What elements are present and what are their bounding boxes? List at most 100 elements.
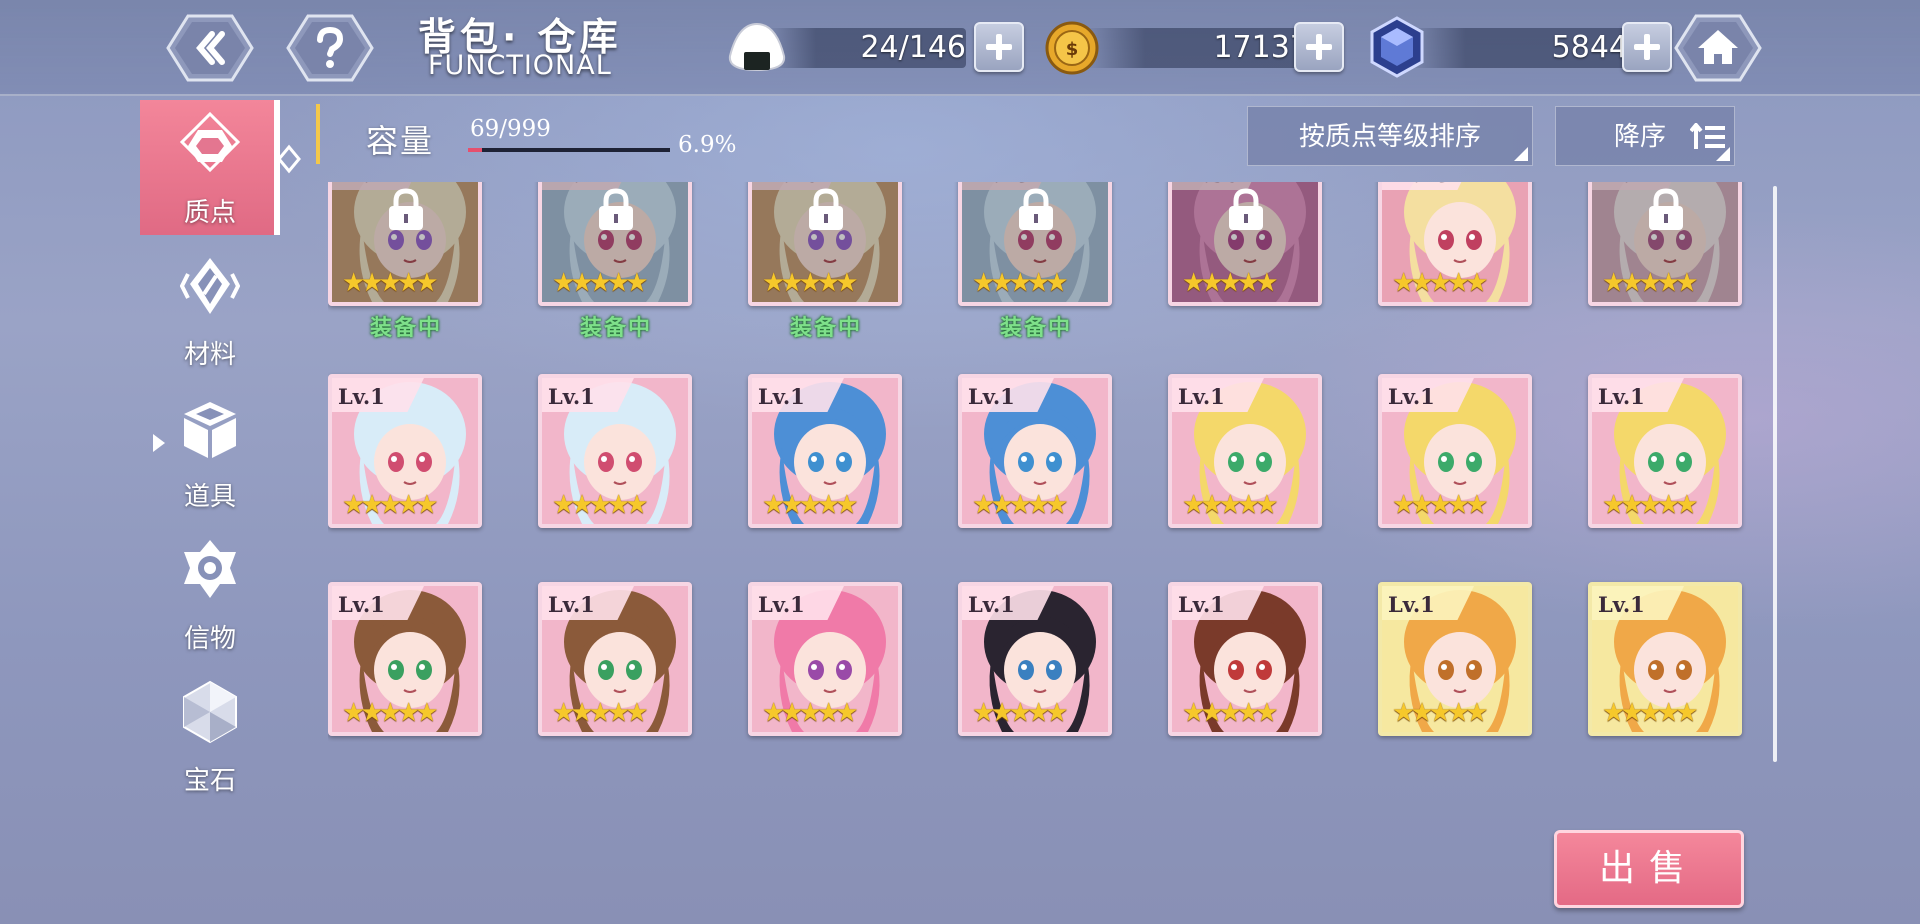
capacity-label: 容量 xyxy=(366,122,435,160)
card-level: Lv.1 xyxy=(338,592,385,617)
back-button[interactable] xyxy=(166,12,254,84)
add-coin-button[interactable] xyxy=(1294,22,1344,72)
star-rating: ★★★★★ xyxy=(552,490,649,520)
active-tab-arrow-icon xyxy=(277,144,301,174)
card-level: Lv.1 xyxy=(548,384,595,409)
quality-point-card[interactable]: Lv.1 ★★★★★ xyxy=(328,582,482,736)
quality-point-card[interactable]: Lv.1 ★★★★★ xyxy=(748,374,902,528)
card-frame: Lv.1 ★★★★★ xyxy=(1168,374,1322,528)
star-icon: ★ xyxy=(1045,698,1069,728)
lock-icon xyxy=(1019,188,1053,230)
card-frame: Lv.1 ★★★★★ xyxy=(958,374,1112,528)
sidebar-item-gem[interactable]: 宝石 xyxy=(140,668,280,803)
sort-direction-label: 降序 xyxy=(1614,122,1667,152)
card-frame: Lv.1 ★★★★★ xyxy=(1588,582,1742,736)
card-level: Lv.28 xyxy=(968,182,1029,187)
quality-point-card[interactable]: Lv.1 ★★★★★ xyxy=(538,582,692,736)
quality-point-card[interactable]: Lv.1 ★★★★★ xyxy=(1168,374,1322,528)
item-box-icon xyxy=(184,402,236,458)
sidebar-item-label: 质点 xyxy=(183,198,236,228)
card-level: Lv.42 xyxy=(338,182,399,187)
star-rating: ★★★★★ xyxy=(972,490,1069,520)
card-level: Lv.1 xyxy=(1388,592,1435,617)
card-level: Lv.1 xyxy=(968,592,1015,617)
help-button[interactable] xyxy=(286,12,374,84)
card-frame: Lv.30 ★★★★★ xyxy=(1168,182,1322,306)
card-frame: Lv.28 ★★★★★ xyxy=(1378,182,1532,306)
crystal-resource: 5844 xyxy=(1368,16,1672,78)
card-level: Lv.28 xyxy=(1388,182,1449,187)
quality-point-card[interactable]: Lv.1 ★★★★★ xyxy=(538,374,692,528)
star-icon: ★ xyxy=(1255,698,1279,728)
sell-button[interactable]: 出售 xyxy=(1554,830,1744,908)
quality-point-card[interactable]: Lv.1 ★★★★★ xyxy=(1378,582,1532,736)
card-frame: Lv.1 ★★★★★ xyxy=(748,374,902,528)
crystal-value: 5844 xyxy=(1551,30,1628,65)
quality-point-card[interactable]: Lv.40 ★★★★★ 装备中 xyxy=(748,182,902,341)
quality-point-card[interactable]: Lv.28 ★★★★★ xyxy=(1378,182,1532,306)
quality-point-card[interactable]: Lv.1 ★★★★★ xyxy=(748,582,902,736)
capacity-bar xyxy=(468,148,670,152)
quality-point-card[interactable]: Lv.42 ★★★★★ 装备中 xyxy=(328,182,482,341)
quality-point-card[interactable]: Lv.1 ★★★★★ xyxy=(958,374,1112,528)
card-frame: Lv.28 ★★★★★ xyxy=(958,182,1112,306)
sort-direction-button[interactable]: 降序 xyxy=(1555,106,1735,166)
add-stamina-button[interactable] xyxy=(974,22,1024,72)
home-button[interactable] xyxy=(1674,12,1762,84)
sidebar-item-material[interactable]: 材料 xyxy=(140,242,280,377)
sidebar-item-label: 宝石 xyxy=(183,766,236,796)
lock-icon xyxy=(1649,188,1683,230)
star-icon: ★ xyxy=(1045,490,1069,520)
sort-by-dropdown[interactable]: 按质点等级排序 xyxy=(1247,106,1533,166)
quality-point-card[interactable]: Lv.1 ★★★★★ xyxy=(1168,582,1322,736)
sidebar-item-items[interactable]: 道具 xyxy=(140,384,280,519)
lock-icon xyxy=(389,188,423,230)
star-rating: ★★★★★ xyxy=(342,698,439,728)
card-level: Lv.1 xyxy=(1178,592,1225,617)
quality-point-card[interactable]: Lv.1 ★★★★★ xyxy=(958,582,1112,736)
star-icon: ★ xyxy=(625,698,649,728)
sort-by-label: 按质点等级排序 xyxy=(1298,122,1481,152)
quality-point-card[interactable]: Lv.1 ★★★★★ xyxy=(328,374,482,528)
star-rating: ★★★★★ xyxy=(762,268,859,298)
grid-scrollbar[interactable] xyxy=(1773,186,1777,762)
quality-point-card[interactable]: Lv.1 ★★★★★ xyxy=(1588,182,1742,306)
equipped-label: 装备中 xyxy=(579,316,652,341)
quality-point-card[interactable]: Lv.41 ★★★★★ 装备中 xyxy=(538,182,692,341)
star-icon: ★ xyxy=(1465,490,1489,520)
capacity-percent: 6.9% xyxy=(678,132,737,158)
quality-point-card[interactable]: Lv.30 ★★★★★ xyxy=(1168,182,1322,306)
star-icon: ★ xyxy=(835,268,859,298)
star-icon: ★ xyxy=(1255,490,1279,520)
capacity-count: 69/999 xyxy=(470,116,551,142)
star-icon: ★ xyxy=(415,698,439,728)
card-level: Lv.1 xyxy=(1598,384,1645,409)
quality-point-card[interactable]: Lv.1 ★★★★★ xyxy=(1378,374,1532,528)
dropdown-corner-icon xyxy=(1514,147,1528,161)
sidebar-item-label: 材料 xyxy=(183,340,236,370)
star-rating: ★★★★★ xyxy=(1602,490,1699,520)
quality-point-card[interactable]: Lv.1 ★★★★★ xyxy=(1588,374,1742,528)
sidebar: 质点 材料 道具 信物 宝石 xyxy=(0,96,301,924)
card-frame: Lv.42 ★★★★★ xyxy=(328,182,482,306)
quality-point-card[interactable]: Lv.1 ★★★★★ xyxy=(1588,582,1742,736)
sidebar-item-token[interactable]: 信物 xyxy=(140,526,280,661)
card-frame: Lv.1 ★★★★★ xyxy=(748,582,902,736)
star-icon: ★ xyxy=(1255,268,1279,298)
coin-resource: $ 171378 xyxy=(1044,20,1344,75)
page-subtitle: FUNCTIONAL xyxy=(428,50,612,81)
sidebar-item-quality-point[interactable]: 质点 xyxy=(140,100,280,235)
card-frame: Lv.41 ★★★★★ xyxy=(538,182,692,306)
card-level: Lv.1 xyxy=(968,384,1015,409)
star-icon: ★ xyxy=(1675,268,1699,298)
star-rating: ★★★★★ xyxy=(1182,490,1279,520)
add-crystal-button[interactable] xyxy=(1622,22,1672,72)
quality-point-card[interactable]: Lv.28 ★★★★★ 装备中 xyxy=(958,182,1112,341)
card-level: Lv.1 xyxy=(1178,384,1225,409)
card-frame: Lv.1 ★★★★★ xyxy=(1588,182,1742,306)
card-level: Lv.1 xyxy=(1388,384,1435,409)
sidebar-item-label: 信物 xyxy=(183,624,236,654)
card-frame: Lv.40 ★★★★★ xyxy=(748,182,902,306)
card-level: Lv.30 xyxy=(1178,182,1239,187)
star-rating: ★★★★★ xyxy=(342,490,439,520)
